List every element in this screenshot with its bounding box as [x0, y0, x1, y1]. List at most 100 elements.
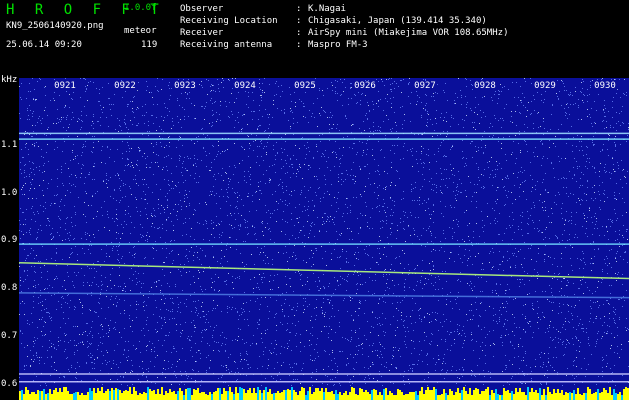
bottom-strip-bar [91, 391, 93, 400]
bottom-strip-bar [117, 389, 119, 400]
bottom-strip-bar [27, 390, 29, 400]
bottom-strip-bar [45, 394, 47, 400]
bottom-strip-bar [405, 394, 407, 400]
bottom-strip-bar [435, 389, 437, 400]
bottom-strip-bar [41, 391, 43, 400]
bottom-strip-bar [83, 395, 85, 400]
bottom-strip-bar [515, 388, 517, 400]
bottom-strip-bar [341, 395, 343, 400]
bottom-strip-bar [67, 391, 69, 400]
bottom-strip-bar [321, 388, 323, 400]
bottom-strip-bar [21, 390, 23, 400]
bottom-strip-bar [585, 393, 587, 400]
bottom-strip-bar [357, 395, 359, 400]
bottom-strip-bar [125, 390, 127, 400]
bottom-strip-bar [537, 393, 539, 400]
bottom-strip-bar [133, 387, 135, 400]
info-value: Chigasaki, Japan (139.414 35.340) [308, 16, 487, 26]
bottom-strip-bar [43, 389, 45, 400]
bottom-strip-bar [531, 388, 533, 400]
info-key: Observer [180, 4, 224, 14]
bottom-strip-bar [155, 394, 157, 400]
bottom-strip-bar [227, 391, 229, 400]
bottom-strip-bar [65, 387, 67, 400]
bottom-strip-bar [201, 392, 203, 400]
bottom-strip-bar [283, 390, 285, 400]
info-value: AirSpy mini (Miakejima VOR 108.65MHz) [308, 28, 509, 38]
bottom-strip-bar [555, 393, 557, 400]
bottom-strip-bar [605, 390, 607, 400]
bottom-strip-bar [247, 390, 249, 400]
bottom-strip-bar [493, 393, 495, 400]
bottom-strip-bar [507, 390, 509, 400]
bottom-strip-bar [353, 388, 355, 400]
bottom-strip-bar [369, 394, 371, 400]
bottom-strip-bar [509, 393, 511, 400]
bottom-strip-bar [385, 388, 387, 400]
bottom-strip-bar [441, 394, 443, 400]
bottom-strip-bar [623, 389, 625, 400]
bottom-strip-bar [85, 395, 87, 400]
bottom-strip-bar [47, 393, 49, 400]
bottom-strip-bar [337, 394, 339, 400]
bottom-strip-bar [87, 392, 89, 400]
bottom-strip-bar [303, 388, 305, 400]
bottom-strip-bar [119, 390, 121, 400]
info-colon: : [296, 4, 302, 14]
bottom-strip-bar [543, 389, 545, 400]
bottom-strip-bar [449, 389, 451, 400]
bottom-strip-bar [547, 387, 549, 400]
bottom-strip-bar [371, 390, 373, 400]
bottom-strip-bar [329, 392, 331, 400]
info-key: Receiver [180, 28, 224, 38]
bottom-strip-bar [583, 393, 585, 400]
bottom-strip-bar [471, 395, 473, 400]
bottom-strip-bar [197, 388, 199, 400]
bottom-strip-bar [429, 390, 431, 400]
meteor-count-value: 119 [141, 40, 158, 50]
bottom-strip-bar [287, 389, 289, 400]
bottom-strip-bar [577, 388, 579, 400]
bottom-strip-bar [433, 387, 435, 400]
bottom-strip-bar [23, 394, 25, 400]
bottom-strip-bar [525, 395, 527, 400]
bottom-strip-bar [97, 388, 99, 400]
info-colon: : [296, 28, 302, 38]
bottom-strip-bar [241, 388, 243, 400]
bottom-strip-bar [491, 390, 493, 400]
frequency-tick-label: 1.1 [1, 139, 18, 150]
bottom-strip-bar [487, 387, 489, 400]
bottom-strip-bar [359, 388, 361, 400]
bottom-strip-bar [55, 388, 57, 400]
bottom-strip-bar [173, 391, 175, 400]
bottom-strip-bar [265, 387, 267, 400]
frequency-unit-label: kHz [1, 75, 18, 85]
frequency-tick-label: 0.8 [1, 283, 18, 294]
bottom-strip-bar [63, 387, 65, 400]
bottom-strip-bar [121, 393, 123, 400]
bottom-strip-bar [481, 391, 483, 400]
bottom-strip-bar [291, 387, 293, 400]
bottom-strip-bar [395, 395, 397, 400]
bottom-strip-bar [539, 388, 541, 400]
bottom-strip-bar [473, 390, 475, 400]
bottom-strip-bar [519, 388, 521, 400]
bottom-strip-bar [105, 391, 107, 400]
bottom-strip-bar [103, 393, 105, 400]
bottom-strip-bar [613, 389, 615, 400]
info-colon: : [296, 16, 302, 26]
bottom-strip-bar [459, 393, 461, 400]
bottom-strip-bar [485, 389, 487, 400]
bottom-strip-bar [563, 395, 565, 400]
bottom-strip-bar [183, 395, 185, 400]
bottom-strip-bar [403, 395, 405, 400]
bottom-strip-bar [325, 388, 327, 400]
bottom-strip-bar [315, 388, 317, 400]
bottom-strip-bar [49, 389, 51, 400]
bottom-strip-bar [233, 394, 235, 400]
bottom-strip-bar [425, 390, 427, 400]
bottom-strip-bar [195, 390, 197, 400]
bottom-strip-bar [111, 388, 113, 400]
bottom-strip-bar [185, 389, 187, 400]
bottom-strip-bar [139, 393, 141, 400]
